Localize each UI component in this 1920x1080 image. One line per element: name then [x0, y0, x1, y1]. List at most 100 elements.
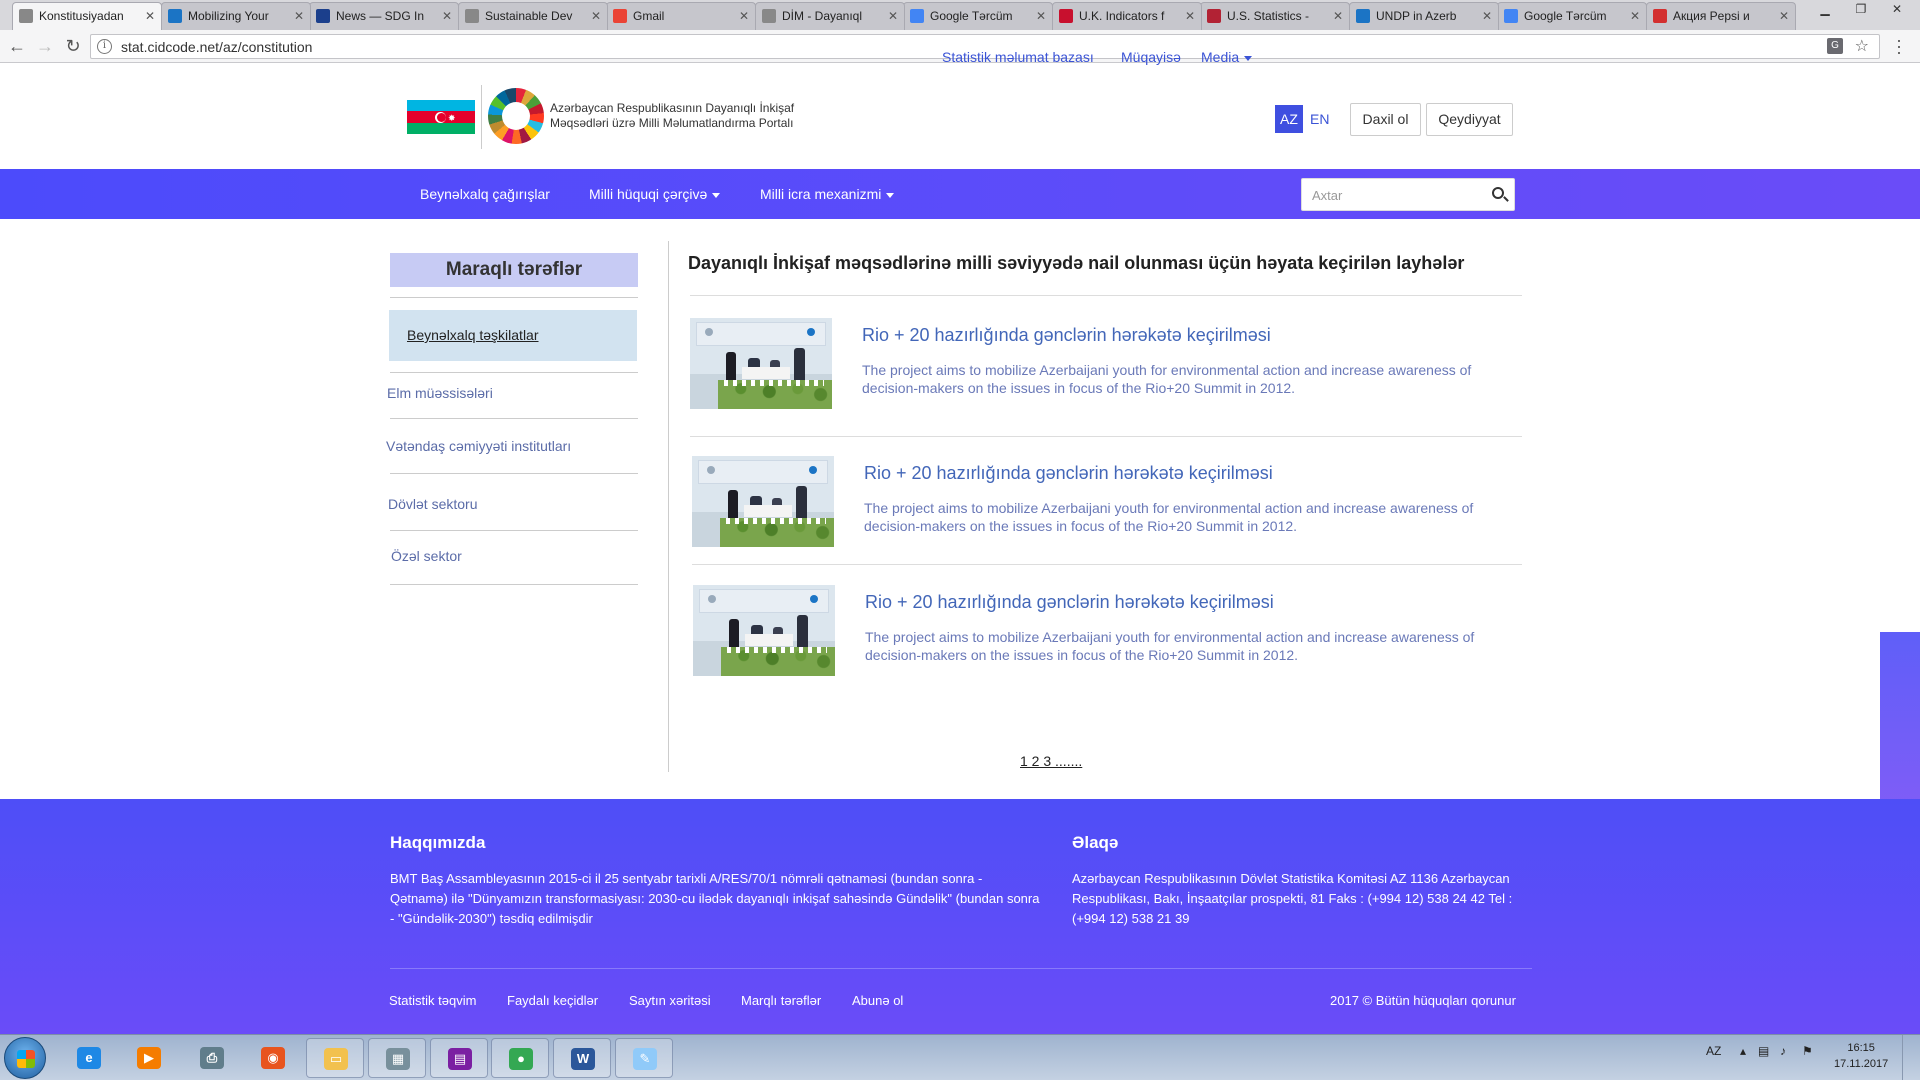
project-title-link[interactable]: Rio + 20 hazırlığında gənclərin hərəkətə…: [862, 325, 1271, 346]
close-icon[interactable]: ✕: [888, 3, 898, 29]
sidebar-item-international-orgs[interactable]: Beynəlxalq təşkilatlar: [389, 310, 637, 361]
browser-tab[interactable]: DİM - Dayanıql ✕: [755, 2, 905, 30]
sidebar-item-science[interactable]: Elm müəssisələri: [387, 385, 493, 401]
nav-implementation[interactable]: Milli icra mexanizmi: [760, 186, 895, 202]
topnav-statistics-db[interactable]: Statistik məlumat bazası: [942, 49, 1094, 65]
translate-icon[interactable]: G: [1827, 38, 1843, 54]
reload-icon[interactable]: ↻: [62, 36, 84, 58]
minimize-icon[interactable]: ▁: [1810, 0, 1840, 20]
search-icon[interactable]: [1492, 187, 1504, 199]
tab-label: U.K. Indicators f: [1079, 9, 1165, 23]
bookmark-star-icon[interactable]: ☆: [1855, 36, 1869, 56]
sidebar-item-private-sector[interactable]: Özəl sektor: [391, 548, 462, 564]
network-icon[interactable]: ▤: [1758, 1044, 1769, 1058]
sidebar-item-public-sector[interactable]: Dövlət sektoru: [388, 496, 477, 512]
tab-label: DİM - Dayanıql: [782, 9, 863, 23]
footer-link-useful[interactable]: Faydalı keçidlər: [507, 993, 598, 1008]
site-info-icon[interactable]: i: [97, 39, 112, 54]
browser-tab[interactable]: Konstitusiyadan ✕: [12, 2, 162, 30]
footer: Haqqımızda BMT Baş Assambleyasının 2015-…: [0, 799, 1920, 1034]
browser-tab[interactable]: Gmail ✕: [606, 2, 756, 30]
input-language[interactable]: AZ: [1706, 1044, 1721, 1058]
taskbar-app[interactable]: e: [60, 1038, 118, 1078]
taskbar-app[interactable]: ▭: [306, 1038, 364, 1078]
portal-title[interactable]: Azərbaycan Respublikasının Dayanıqlı İnk…: [550, 101, 830, 131]
browser-tab[interactable]: U.K. Indicators f ✕: [1052, 2, 1202, 30]
browser-tab[interactable]: News — SDG In ✕: [309, 2, 459, 30]
paint-icon: ✎: [633, 1048, 657, 1070]
browser-tab[interactable]: U.S. Statistics - ✕: [1200, 2, 1350, 30]
close-icon[interactable]: ✕: [591, 3, 601, 29]
browser-tab[interactable]: Google Tərcüm ✕: [1497, 2, 1647, 30]
nav-implementation-label: Milli icra mexanizmi: [760, 186, 882, 202]
start-button[interactable]: [4, 1037, 46, 1079]
taskbar-app[interactable]: ▦: [368, 1038, 426, 1078]
project-title-link[interactable]: Rio + 20 hazırlığında gənclərin hərəkətə…: [864, 463, 1273, 484]
close-icon[interactable]: ✕: [739, 3, 749, 29]
tab-label: Gmail: [633, 9, 665, 23]
footer-link-subscribe[interactable]: Abunə ol: [852, 993, 903, 1008]
login-button[interactable]: Daxil ol: [1350, 103, 1421, 136]
footer-about-title: Haqqımızda: [390, 833, 486, 852]
sidebar-item-civil-society[interactable]: Vətəndaş cəmiyyəti institutları: [386, 438, 571, 454]
browser-tab[interactable]: UNDP in Azerb ✕: [1349, 2, 1499, 30]
maximize-icon[interactable]: ❐: [1846, 0, 1876, 20]
close-window-icon[interactable]: ✕: [1882, 0, 1912, 20]
system-clock[interactable]: 16:15 17.11.2017: [1834, 1040, 1888, 1072]
taskbar-app[interactable]: ▤: [430, 1038, 488, 1078]
topnav-compare[interactable]: Müqayisə: [1121, 49, 1181, 65]
taskbar-app[interactable]: W: [553, 1038, 611, 1078]
forward-icon[interactable]: →: [34, 36, 56, 58]
topnav-media[interactable]: Media: [1201, 49, 1253, 65]
footer-link-stakeholders[interactable]: Marqlı tərəflər: [741, 993, 821, 1008]
close-icon[interactable]: ✕: [1333, 3, 1343, 29]
taskbar-app[interactable]: ◉: [244, 1038, 302, 1078]
nav-legal-framework[interactable]: Milli hüquqi çərçivə: [589, 186, 721, 202]
nav-international-calls[interactable]: Beynəlxalq çağırışlar: [420, 186, 550, 202]
register-button[interactable]: Qeydiyyat: [1426, 103, 1513, 136]
lang-az-button[interactable]: AZ: [1275, 105, 1303, 133]
browser-tab[interactable]: Sustainable Dev ✕: [458, 2, 608, 30]
taskbar-app[interactable]: ✎: [615, 1038, 673, 1078]
footer-link-calendar[interactable]: Statistik təqvim: [389, 993, 476, 1008]
close-icon[interactable]: ✕: [145, 3, 155, 29]
page-title: Dayanıqlı İnkişaf məqsədlərinə milli səv…: [688, 253, 1465, 273]
flag-tray-icon[interactable]: ⚑: [1802, 1044, 1813, 1058]
tab-label: News — SDG In: [336, 9, 425, 23]
close-icon[interactable]: ✕: [1036, 3, 1046, 29]
close-icon[interactable]: ✕: [1185, 3, 1195, 29]
browser-tab[interactable]: Акция Pepsi и ✕: [1646, 2, 1796, 30]
browser-tab[interactable]: Mobilizing Your ✕: [161, 2, 311, 30]
close-icon[interactable]: ✕: [1630, 3, 1640, 29]
footer-contact-text: Azərbaycan Respublikasının Dövlət Statis…: [1072, 871, 1513, 926]
volume-icon[interactable]: ♪: [1780, 1044, 1786, 1058]
search-input[interactable]: [1312, 185, 1472, 205]
lang-en-link[interactable]: EN: [1310, 111, 1329, 127]
taskbar-app[interactable]: ▶: [120, 1038, 178, 1078]
browser-tab[interactable]: Google Tərcüm ✕: [903, 2, 1053, 30]
close-icon[interactable]: ✕: [1482, 3, 1492, 29]
back-icon[interactable]: ←: [6, 36, 28, 58]
us-flag-icon: [1207, 9, 1221, 23]
pagination[interactable]: 1 2 3 .......: [1020, 753, 1082, 769]
taskbar-app[interactable]: ●: [491, 1038, 549, 1078]
project-thumbnail[interactable]: [692, 456, 834, 547]
project-thumbnail[interactable]: [693, 585, 835, 676]
browser-menu-icon[interactable]: · · ·: [1896, 31, 1902, 61]
project-title-link[interactable]: Rio + 20 hazırlığında gənclərin hərəkətə…: [865, 592, 1274, 613]
tray-expand-icon[interactable]: ▴: [1740, 1044, 1746, 1058]
footer-contact-title: Əlaqə: [1072, 833, 1119, 852]
google-icon: [613, 9, 627, 23]
divider: [390, 473, 638, 474]
close-icon[interactable]: ✕: [442, 3, 452, 29]
sdg-wheel-logo[interactable]: [488, 88, 544, 144]
windows-taskbar: AZ ▴ ▤ ♪ ⚑ 16:15 17.11.2017 e ▶ ⎙ ◉ ▭ ▦ ▤ ● W ✎: [0, 1034, 1920, 1080]
close-icon[interactable]: ✕: [294, 3, 304, 29]
url-text[interactable]: stat.cidcode.net/az/constitution: [121, 39, 312, 55]
close-icon[interactable]: ✕: [1779, 3, 1789, 29]
footer-link-sitemap[interactable]: Saytın xəritəsi: [629, 993, 711, 1008]
project-thumbnail[interactable]: [690, 318, 832, 409]
taskbar-app[interactable]: ⎙: [183, 1038, 241, 1078]
show-desktop-button[interactable]: [1902, 1035, 1920, 1080]
tab-label: Mobilizing Your: [188, 9, 269, 23]
